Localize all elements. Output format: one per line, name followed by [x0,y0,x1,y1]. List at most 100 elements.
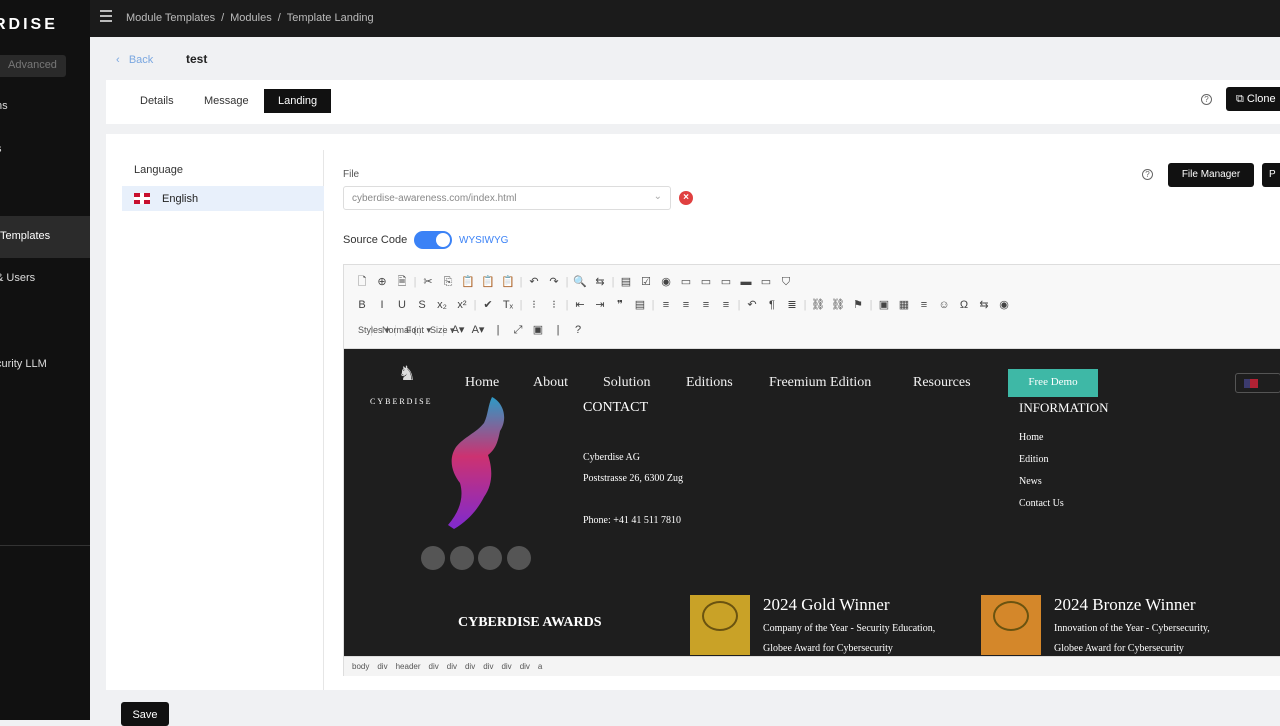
toolbar-button-icon[interactable]: ⁝ [544,298,564,311]
toolbar-button-icon[interactable]: ⤢ [508,324,528,337]
toolbar-button-icon[interactable]: I [372,299,392,311]
toolbar-button-icon[interactable]: ⛓ [808,298,828,311]
tab-landing[interactable]: Landing [264,89,332,113]
tab-message[interactable]: Message [190,89,263,113]
toolbar-button-icon[interactable]: ⚑ [848,298,868,311]
toolbar-button-icon[interactable]: ⛓ [828,298,848,311]
free-demo-button[interactable]: Free Demo [1008,369,1098,397]
format-combo[interactable]: Normal (... ▾ [376,325,431,336]
toolbar-button-icon[interactable]: ▭ [716,275,736,288]
language-item-english[interactable]: English [122,186,324,211]
element-path-item[interactable]: div [501,662,511,671]
toolbar-button-icon[interactable]: ≡ [676,299,696,311]
information-link[interactable]: News [1019,476,1042,487]
toolbar-button-icon[interactable]: 🔍 [570,275,590,288]
toolbar-button-icon[interactable]: Ω [954,299,974,311]
toolbar-button-icon[interactable]: ⁝ [524,298,544,311]
toolbar-button-icon[interactable]: ❞ [610,298,630,311]
toolbar-button-icon[interactable]: ◉ [656,275,676,288]
element-path-item[interactable]: div [520,662,530,671]
element-path-item[interactable]: div [465,662,475,671]
toolbar-button-icon[interactable]: ▭ [676,275,696,288]
toolbar-button-icon[interactable]: 📋 [478,275,498,288]
information-link[interactable]: Home [1019,432,1043,443]
preview-nav-link[interactable]: Editions [686,375,733,391]
preview-button[interactable]: P [1262,163,1280,187]
toolbar-button-icon[interactable]: ☺ [934,299,954,311]
sidebar-item-6[interactable]: curity LLM [0,358,47,370]
social-icon-2[interactable] [450,546,474,570]
toolbar-button-icon[interactable]: ⇤ [570,298,590,311]
toolbar-button-icon[interactable]: ▤ [616,275,636,288]
sidebar-item-4[interactable]: & Users [0,272,35,284]
sidebar-item-3[interactable]: Templates [0,216,90,258]
toolbar-button-icon[interactable]: 📋 [498,275,518,288]
format-combo[interactable]: Size ▾ [424,325,455,336]
toolbar-button-icon[interactable]: x² [452,299,472,311]
toolbar-button-icon[interactable]: x₂ [432,299,452,311]
toolbar-button-icon[interactable]: ≡ [914,299,934,311]
format-combo[interactable]: Styles ▾ [352,325,390,336]
landing-preview[interactable]: ♞ CYBERDISE Home About Solution Editions Fre… [344,349,1280,656]
toolbar-button-icon[interactable]: ▤ [630,298,650,311]
preview-nav-link[interactable]: Solution [603,375,650,391]
breadcrumb-item[interactable]: Template Landing [287,12,374,24]
toolbar-button-icon[interactable]: ↶ [742,298,762,311]
menu-icon[interactable] [100,10,112,22]
preview-nav-link[interactable]: Freemium Edition [769,375,871,391]
element-path-item[interactable]: div [429,662,439,671]
element-path-item[interactable]: div [377,662,387,671]
element-path-item[interactable]: a [538,662,542,671]
toolbar-button-icon[interactable]: ⇆ [974,298,994,311]
toolbar-button-icon[interactable]: ≡ [716,299,736,311]
file-select[interactable]: cyberdise-awareness.com/index.html ⌄ [343,186,671,210]
information-link[interactable]: Edition [1019,454,1048,465]
element-path-item[interactable]: div [483,662,493,671]
toolbar-button-icon[interactable]: ¶ [762,299,782,311]
toolbar-button-icon[interactable]: ▣ [528,323,548,336]
toolbar-button-icon[interactable]: ≡ [696,299,716,311]
file-help-icon[interactable]: ? [1142,169,1153,180]
toolbar-button-icon[interactable]: U [392,299,412,311]
toolbar-button-icon[interactable]: ↷ [544,275,564,288]
toolbar-button-icon[interactable]: ☑ [636,275,656,288]
toolbar-button-icon[interactable]: ⇆ [590,275,610,288]
breadcrumb-item[interactable]: Module Templates [126,12,215,24]
social-icon-3[interactable] [478,546,502,570]
back-link[interactable]: ‹ Back [116,54,153,66]
toolbar-button-icon[interactable]: ✂ [418,275,438,288]
breadcrumb-item[interactable]: Modules [230,12,272,24]
element-path-item[interactable]: body [352,662,369,671]
clone-button[interactable]: ⧉ Clone [1226,87,1280,111]
toolbar-button-icon[interactable]: ≡ [656,299,676,311]
toolbar-button-icon[interactable]: ⇥ [590,298,610,311]
toolbar-button-icon[interactable]: ◉ [994,298,1014,311]
file-manager-button[interactable]: File Manager [1168,163,1254,187]
toolbar-button-icon[interactable]: A▾ [448,323,468,336]
toolbar-button-icon[interactable]: 📋 [458,275,478,288]
information-link[interactable]: Contact Us [1019,498,1064,509]
preview-nav-link[interactable]: About [533,375,568,391]
clear-file-icon[interactable]: × [679,191,693,205]
source-code-toggle[interactable] [414,231,452,249]
language-switcher[interactable] [1235,373,1280,393]
toolbar-button-icon[interactable]: ▭ [756,275,776,288]
toolbar-button-icon[interactable]: ⛉ [776,276,796,289]
toolbar-button-icon[interactable]: B [352,299,372,311]
social-icon-1[interactable] [421,546,445,570]
social-icon-4[interactable] [507,546,531,570]
sidebar-item-1[interactable]: s [0,143,2,155]
toolbar-button-icon[interactable]: ⎘ [438,276,458,289]
toolbar-button-icon[interactable]: ▣ [874,298,894,311]
tab-details[interactable]: Details [126,89,188,113]
mode-badge[interactable]: Advanced [0,55,66,77]
toolbar-button-icon[interactable]: Tₓ [498,299,518,311]
element-path-item[interactable]: header [396,662,421,671]
sidebar-item-0[interactable]: ns [0,100,8,112]
toolbar-button-icon[interactable]: ▭ [696,275,716,288]
format-combo[interactable]: Font ▾ [400,325,431,336]
toolbar-button-icon[interactable]: ? [568,324,588,336]
preview-nav-link[interactable]: Resources [913,375,971,391]
toolbar-button-icon[interactable]: ✔ [478,298,498,311]
preview-nav-link[interactable]: Home [465,375,499,391]
